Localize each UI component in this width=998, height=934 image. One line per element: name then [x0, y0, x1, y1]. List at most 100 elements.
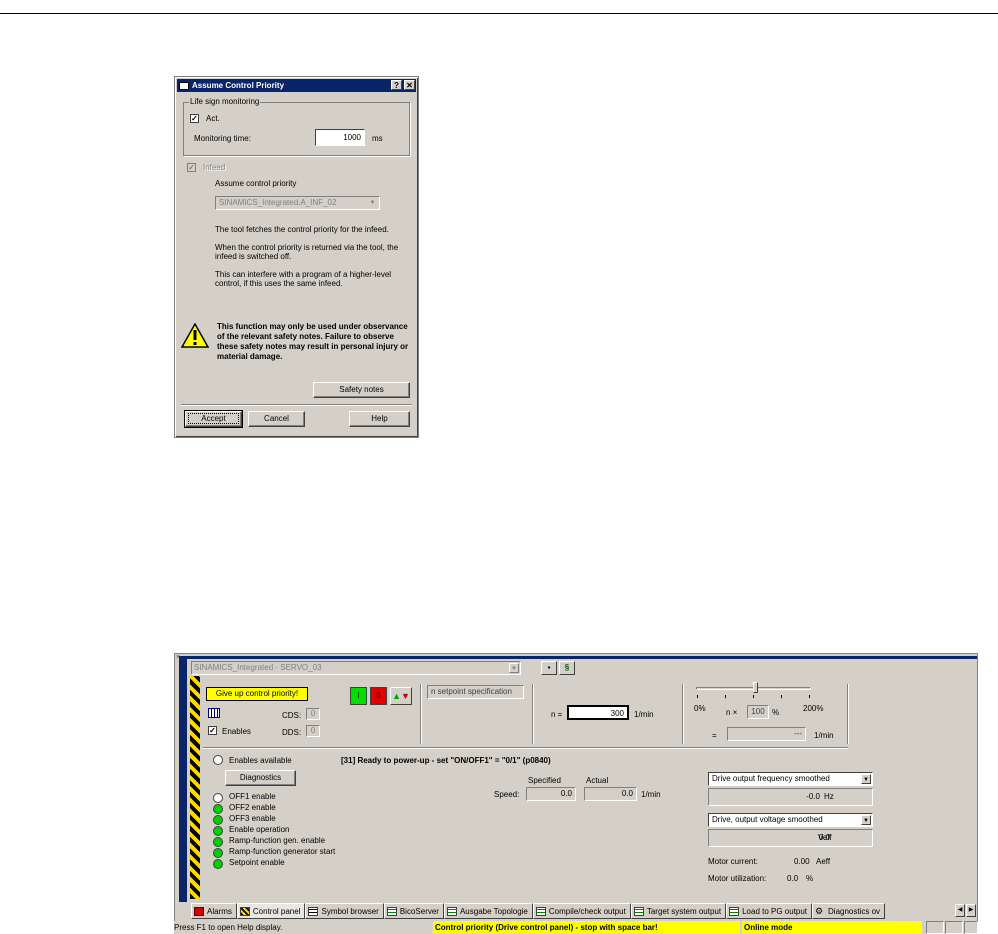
jog-button[interactable]: ▲▼ — [390, 687, 412, 705]
enables-available-label: Enables available — [229, 756, 292, 765]
cp-icon — [239, 906, 250, 916]
n-label: n = — [551, 710, 563, 719]
status-cell — [926, 921, 944, 934]
help-hint: Press F1 to open Help display. — [174, 923, 283, 932]
monitoring-time-input[interactable]: 1000 — [315, 129, 365, 146]
tab-control-panel[interactable]: Control panel — [236, 903, 306, 919]
drive-status-message: [31] Ready to power-up - set "ON/OFF1" =… — [341, 756, 551, 765]
panel-top-bar — [179, 656, 977, 659]
grid-icon — [729, 906, 740, 916]
infeed-combo-value: SINAMICS_Integrated.A_INF_02 — [219, 198, 337, 207]
motor-util-label: Motor utilization: — [708, 874, 767, 883]
status-cell — [964, 921, 978, 934]
drive-combo[interactable]: SINAMICS_Integrated - SERVO_03 ▼ — [191, 661, 521, 675]
accept-label: Accept — [188, 413, 239, 424]
frequency-combo[interactable]: Drive output frequency smoothed ▼ — [708, 772, 873, 786]
tab-label: Diagnostics ov — [828, 906, 881, 916]
status-cell — [945, 921, 963, 934]
grid-icon — [535, 906, 546, 916]
status-led — [213, 826, 223, 836]
tab-ausgabe-topologie[interactable]: Ausgabe Topologie — [443, 903, 533, 919]
panel-option-icon[interactable]: ▪ — [541, 661, 557, 675]
help-icon[interactable]: ? — [391, 80, 402, 90]
speed-setpoint-input[interactable]: 300 — [567, 705, 629, 720]
status-led — [213, 837, 223, 847]
enable-status-label: OFF1 enable — [229, 792, 276, 801]
enables-available-radio[interactable] — [213, 755, 223, 765]
close-icon[interactable]: ✕ — [404, 80, 415, 90]
voltage-combo[interactable]: Drive, output voltage smoothed ▼ — [708, 813, 873, 827]
cds-field: 0 — [306, 708, 320, 720]
infeed-combo[interactable]: SINAMICS_Integrated.A_INF_02 ▼ — [215, 196, 380, 210]
infeed-checkbox[interactable]: ✓ — [187, 163, 196, 172]
act-label: Act. — [206, 114, 220, 123]
dds-field: 0 — [306, 725, 320, 737]
info-para-2: When the control priority is returned vi… — [215, 243, 399, 261]
enable-status-label: Setpoint enable — [229, 858, 285, 867]
motor-current-value: 0.00 — [794, 857, 810, 866]
info-para-1: The tool fetches the control priority fo… — [215, 225, 389, 234]
slider-tick — [753, 695, 754, 698]
tab-scroll-left[interactable]: ◀ — [955, 904, 965, 917]
warning-icon — [181, 323, 209, 348]
tab-alarms[interactable]: Alarms — [191, 903, 237, 919]
bottom-tab-strip: Alarms Control panel Symbol browser BicoSer… — [191, 902, 977, 920]
chevron-down-icon: ▼ — [509, 663, 519, 673]
setpoint-spec-box[interactable]: n setpoint specification — [427, 685, 524, 699]
status-led — [213, 848, 223, 858]
dialog-titlebar[interactable]: Assume Control Priority ? ✕ — [177, 79, 416, 92]
on-button[interactable]: I — [350, 687, 367, 705]
infeed-label: Infeed — [203, 163, 226, 172]
override-value: 100 — [747, 705, 769, 719]
voltage-combo-value: Drive, output voltage smoothed — [712, 815, 823, 824]
tab-diagnostics-ov[interactable]: ⚙ Diagnostics ov — [812, 903, 886, 919]
tab-symbol-browser[interactable]: Symbol browser — [305, 903, 384, 919]
chevron-down-icon: ▼ — [861, 774, 871, 784]
accept-button[interactable]: Accept — [184, 410, 243, 428]
speed-specified-value: 0.0 — [526, 787, 576, 801]
page-rule — [0, 13, 998, 14]
diagnostics-button[interactable]: Diagnostics — [225, 770, 296, 786]
n-x-label: n × — [726, 708, 738, 717]
motor-current-unit: Aeff — [816, 857, 831, 866]
tab-scroll-right[interactable]: ▶ — [966, 904, 976, 917]
monitoring-unit: ms — [372, 134, 383, 143]
tab-compile-check-output[interactable]: Compile/check output — [532, 903, 631, 919]
assume-label: Assume control priority — [215, 179, 297, 188]
tab-load-to-pg-output[interactable]: Load to PG output — [726, 903, 813, 919]
assume-control-priority-dialog: Assume Control Priority ? ✕ Life sign mo… — [174, 76, 419, 438]
act-checkbox[interactable]: ✓ — [190, 114, 199, 123]
enables-checkbox[interactable]: ✓ — [208, 726, 217, 735]
motor-current-label: Motor current: — [708, 857, 758, 866]
speed-label: Speed: — [494, 790, 520, 799]
frequency-combo-value: Drive output frequency smoothed — [712, 774, 830, 783]
chevron-down-icon: ▼ — [369, 200, 376, 206]
dds-label: DDS: — [282, 728, 302, 737]
status-led — [213, 804, 223, 814]
panel-left-bar — [179, 656, 187, 902]
rpm-unit: 1/min — [814, 731, 834, 740]
chevron-down-icon: ▼ — [861, 815, 871, 825]
control-priority-status: Control priority (Drive control panel) -… — [433, 921, 740, 934]
alarm-icon — [194, 906, 204, 916]
off-button[interactable]: 0 — [370, 687, 387, 705]
safety-warning: This function may only be used under obs… — [217, 322, 409, 361]
help-button[interactable]: Help — [349, 411, 410, 427]
tab-target-system-output[interactable]: Target system output — [630, 903, 727, 919]
cancel-button[interactable]: Cancel — [248, 411, 305, 427]
down-icon: ▼ — [401, 691, 410, 701]
speed-unit: 1/min — [641, 790, 661, 799]
slider-tick — [781, 695, 782, 698]
status-led — [213, 859, 223, 869]
window-icon — [179, 81, 189, 90]
network-icon[interactable]: § — [559, 661, 575, 675]
pct-min: 0% — [694, 704, 706, 713]
override-slider-thumb[interactable] — [753, 682, 758, 693]
give-up-control-button[interactable]: Give up control priority! — [206, 687, 308, 701]
speed-actual-value: 0.0 — [584, 787, 637, 801]
enable-signals-icon[interactable] — [208, 708, 220, 718]
n-unit: 1/min — [634, 710, 654, 719]
dialog-title: Assume Control Priority — [192, 81, 285, 90]
tab-bicoserver[interactable]: BicoServer — [383, 903, 444, 919]
safety-notes-button[interactable]: Safety notes — [313, 382, 410, 398]
